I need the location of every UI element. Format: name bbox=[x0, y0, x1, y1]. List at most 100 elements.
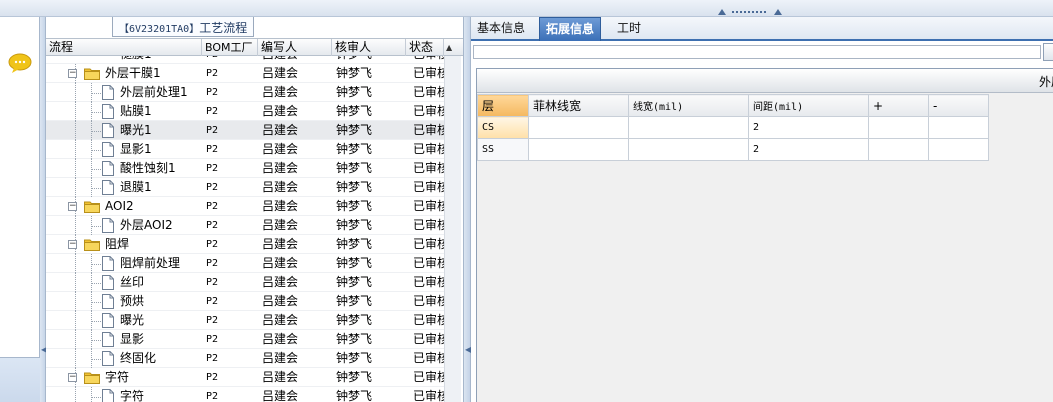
header-minus[interactable]: - bbox=[928, 94, 989, 117]
tree-vertical-scrollbar[interactable] bbox=[444, 56, 461, 402]
cell-spacing[interactable]: 2 bbox=[748, 138, 869, 161]
tree-row[interactable]: 字符 P2 吕建会 钟梦飞 已审核 bbox=[46, 387, 444, 402]
cell-line-width[interactable] bbox=[628, 116, 749, 139]
cell-film-width[interactable] bbox=[528, 138, 629, 161]
tree-row-bom: P2 bbox=[206, 163, 219, 174]
expand-toggle-icon[interactable]: − bbox=[68, 202, 77, 211]
document-icon bbox=[102, 161, 114, 176]
tree-row-status: 已审核 bbox=[413, 85, 444, 99]
tree-row-name: 曝光1 bbox=[120, 123, 152, 137]
header-line-width[interactable]: 线宽(mil) bbox=[628, 94, 749, 117]
header-layer[interactable]: 层 bbox=[477, 94, 529, 117]
column-header-writer[interactable]: 编写人 bbox=[258, 39, 332, 56]
tree-row-reviewer: 钟梦飞 bbox=[336, 66, 373, 80]
layer-grid-row[interactable]: SS 2 bbox=[477, 138, 989, 161]
tree-row[interactable]: 阻焊前处理 P2 吕建会 钟梦飞 已审核 bbox=[46, 254, 444, 273]
tree-row-bom: P2 bbox=[206, 220, 219, 231]
tree-guide-line bbox=[75, 273, 76, 292]
tree-row[interactable]: 曝光 P2 吕建会 钟梦飞 已审核 bbox=[46, 311, 444, 330]
cell-plus[interactable] bbox=[868, 138, 929, 161]
tree-row-writer: 吕建会 bbox=[262, 237, 299, 251]
tab-work-hours[interactable]: 工时 bbox=[611, 17, 647, 41]
tree-guide-line bbox=[91, 321, 101, 322]
process-tree-panel: 【6V23201TA0】工艺流程 流程 BOM工厂 编写人 核审人 状态 ▲ 褪… bbox=[46, 17, 463, 402]
tree-row-writer: 吕建会 bbox=[262, 294, 299, 308]
cell-layer[interactable]: CS bbox=[477, 116, 529, 139]
tree-row[interactable]: 曝光1 P2 吕建会 钟梦飞 已审核 bbox=[46, 121, 444, 140]
tree-guide-line bbox=[75, 216, 76, 235]
sort-up-icon[interactable]: ▲ bbox=[446, 43, 452, 52]
detail-tabs: 基本信息 拓展信息 工时 bbox=[471, 17, 1053, 41]
tab-extended-info[interactable]: 拓展信息 bbox=[539, 17, 602, 41]
folder-icon bbox=[84, 238, 100, 251]
tree-row[interactable]: 终固化 P2 吕建会 钟梦飞 已审核 bbox=[46, 349, 444, 368]
cell-line-width[interactable] bbox=[628, 138, 749, 161]
tree-row-status: 已审核 bbox=[413, 237, 444, 251]
tree-row[interactable]: 显影1 P2 吕建会 钟梦飞 已审核 bbox=[46, 140, 444, 159]
expand-toggle-icon[interactable]: − bbox=[68, 373, 77, 382]
tree-folder-row[interactable]: − 阻焊 P2 吕建会 钟梦飞 已审核 bbox=[46, 235, 444, 254]
center-splitter[interactable]: ◀ bbox=[463, 17, 471, 402]
cell-plus[interactable] bbox=[868, 116, 929, 139]
tree-row-status: 已审核 bbox=[413, 199, 444, 213]
tree-guide-line bbox=[91, 340, 101, 341]
tree-folder-row[interactable]: − AOI2 P2 吕建会 钟梦飞 已审核 bbox=[46, 197, 444, 216]
tree-row[interactable]: 贴膜1 P2 吕建会 钟梦飞 已审核 bbox=[46, 102, 444, 121]
tree-row-writer: 吕建会 bbox=[262, 370, 299, 384]
tree-row-writer: 吕建会 bbox=[262, 123, 299, 137]
tree-folder-row[interactable]: − 外层干膜1 P2 吕建会 钟梦飞 已审核 bbox=[46, 64, 444, 83]
top-splitter-handle[interactable] bbox=[718, 9, 782, 15]
tree-row-reviewer: 钟梦飞 bbox=[336, 389, 373, 402]
column-header-status[interactable]: 状态 bbox=[406, 39, 444, 56]
tree-grid-header: 流程 BOM工厂 编写人 核审人 状态 ▲ bbox=[46, 38, 463, 56]
chat-bubble-icon[interactable] bbox=[8, 53, 32, 73]
cell-spacing[interactable]: 2 bbox=[748, 116, 869, 139]
document-icon bbox=[102, 294, 114, 309]
tree-grid-body[interactable]: 褪膜1 P2 吕建会 钟梦飞 已审核 −外层干膜1P2吕建会钟梦飞已审核外层前处… bbox=[46, 56, 444, 402]
tree-row-name: 显影1 bbox=[120, 142, 152, 156]
tree-row-bom: P2 bbox=[206, 106, 219, 117]
tree-guide-line bbox=[75, 83, 76, 102]
layer-grid-row[interactable]: CS 2 bbox=[477, 116, 989, 139]
tree-row[interactable]: 外层前处理1 P2 吕建会 钟梦飞 已审核 bbox=[46, 83, 444, 102]
header-plus[interactable]: + bbox=[868, 94, 929, 117]
document-icon bbox=[102, 332, 114, 347]
tree-row-writer: 吕建会 bbox=[262, 313, 299, 327]
tree-row[interactable]: 丝印 P2 吕建会 钟梦飞 已审核 bbox=[46, 273, 444, 292]
tree-row-bom: P2 bbox=[206, 239, 219, 250]
column-header-process[interactable]: 流程 bbox=[46, 39, 202, 56]
cell-layer[interactable]: SS bbox=[477, 138, 529, 161]
layer-grid: 层 菲林线宽 线宽(mil) 间距(mil) + - CS 2 SS 2 bbox=[477, 94, 989, 161]
tree-folder-row[interactable]: − 字符 P2 吕建会 钟梦飞 已审核 bbox=[46, 368, 444, 387]
expand-toggle-icon[interactable]: − bbox=[68, 69, 77, 78]
column-header-reviewer[interactable]: 核审人 bbox=[332, 39, 406, 56]
tree-row[interactable]: 酸性蚀刻1 P2 吕建会 钟梦飞 已审核 bbox=[46, 159, 444, 178]
tree-row-name: 预烘 bbox=[120, 294, 145, 308]
tree-row-status: 已审核 bbox=[413, 66, 444, 80]
header-film-width[interactable]: 菲林线宽 bbox=[528, 94, 629, 117]
document-icon bbox=[102, 104, 114, 119]
tree-row-bom: P2 bbox=[206, 334, 219, 345]
tree-row[interactable]: 显影 P2 吕建会 钟梦飞 已审核 bbox=[46, 330, 444, 349]
tree-row-reviewer: 钟梦飞 bbox=[336, 351, 373, 365]
document-icon bbox=[102, 218, 114, 233]
column-header-bom[interactable]: BOM工厂 bbox=[202, 39, 258, 56]
tree-row[interactable]: 退膜1 P2 吕建会 钟梦飞 已审核 bbox=[46, 178, 444, 197]
cell-minus[interactable] bbox=[928, 138, 989, 161]
tree-row[interactable]: 褪膜1 P2 吕建会 钟梦飞 已审核 bbox=[46, 56, 444, 64]
tree-row[interactable]: 外层AOI2 P2 吕建会 钟梦飞 已审核 bbox=[46, 216, 444, 235]
tree-row[interactable]: 预烘 P2 吕建会 钟梦飞 已审核 bbox=[46, 292, 444, 311]
expand-toggle-icon[interactable]: − bbox=[68, 240, 77, 249]
tree-row-status: 已审核 bbox=[413, 104, 444, 118]
tree-row-status: 已审核 bbox=[413, 56, 444, 64]
detail-input[interactable] bbox=[473, 45, 1041, 59]
header-spacing[interactable]: 间距(mil) bbox=[748, 94, 869, 117]
tree-row-name: 退膜1 bbox=[120, 180, 152, 194]
toolbar-button[interactable] bbox=[1043, 43, 1053, 61]
tree-row-writer: 吕建会 bbox=[262, 199, 299, 213]
tree-row-bom: P2 bbox=[206, 182, 219, 193]
tree-guide-line bbox=[91, 131, 101, 132]
cell-minus[interactable] bbox=[928, 116, 989, 139]
cell-film-width[interactable] bbox=[528, 116, 629, 139]
tab-basic-info[interactable]: 基本信息 bbox=[471, 17, 531, 41]
